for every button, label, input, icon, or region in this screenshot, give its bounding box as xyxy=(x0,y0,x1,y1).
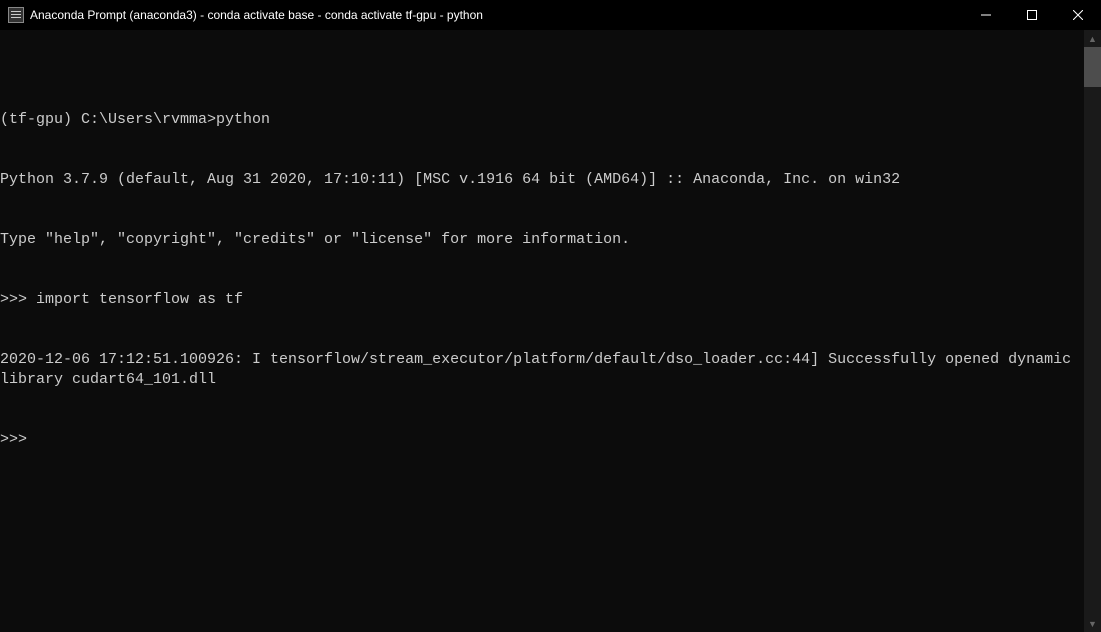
vertical-scrollbar[interactable]: ▲ ▼ xyxy=(1084,30,1101,632)
terminal-output[interactable]: (tf-gpu) C:\Users\rvmma>python Python 3.… xyxy=(0,30,1084,632)
close-button[interactable] xyxy=(1055,0,1101,30)
app-icon xyxy=(8,7,24,23)
maximize-button[interactable] xyxy=(1009,0,1055,30)
scroll-thumb[interactable] xyxy=(1084,47,1101,87)
terminal-line: Python 3.7.9 (default, Aug 31 2020, 17:1… xyxy=(0,170,1084,190)
scroll-down-arrow-icon[interactable]: ▼ xyxy=(1084,615,1101,632)
terminal-line: 2020-12-06 17:12:51.100926: I tensorflow… xyxy=(0,350,1084,390)
terminal-line: >>> import tensorflow as tf xyxy=(0,290,1084,310)
terminal-line: Type "help", "copyright", "credits" or "… xyxy=(0,230,1084,250)
terminal-line: (tf-gpu) C:\Users\rvmma>python xyxy=(0,110,1084,130)
window-titlebar[interactable]: Anaconda Prompt (anaconda3) - conda acti… xyxy=(0,0,1101,30)
terminal-area: (tf-gpu) C:\Users\rvmma>python Python 3.… xyxy=(0,30,1101,632)
scroll-up-arrow-icon[interactable]: ▲ xyxy=(1084,30,1101,47)
window-controls xyxy=(963,0,1101,30)
minimize-button[interactable] xyxy=(963,0,1009,30)
window-title: Anaconda Prompt (anaconda3) - conda acti… xyxy=(30,8,963,22)
terminal-line: >>> xyxy=(0,430,1084,450)
